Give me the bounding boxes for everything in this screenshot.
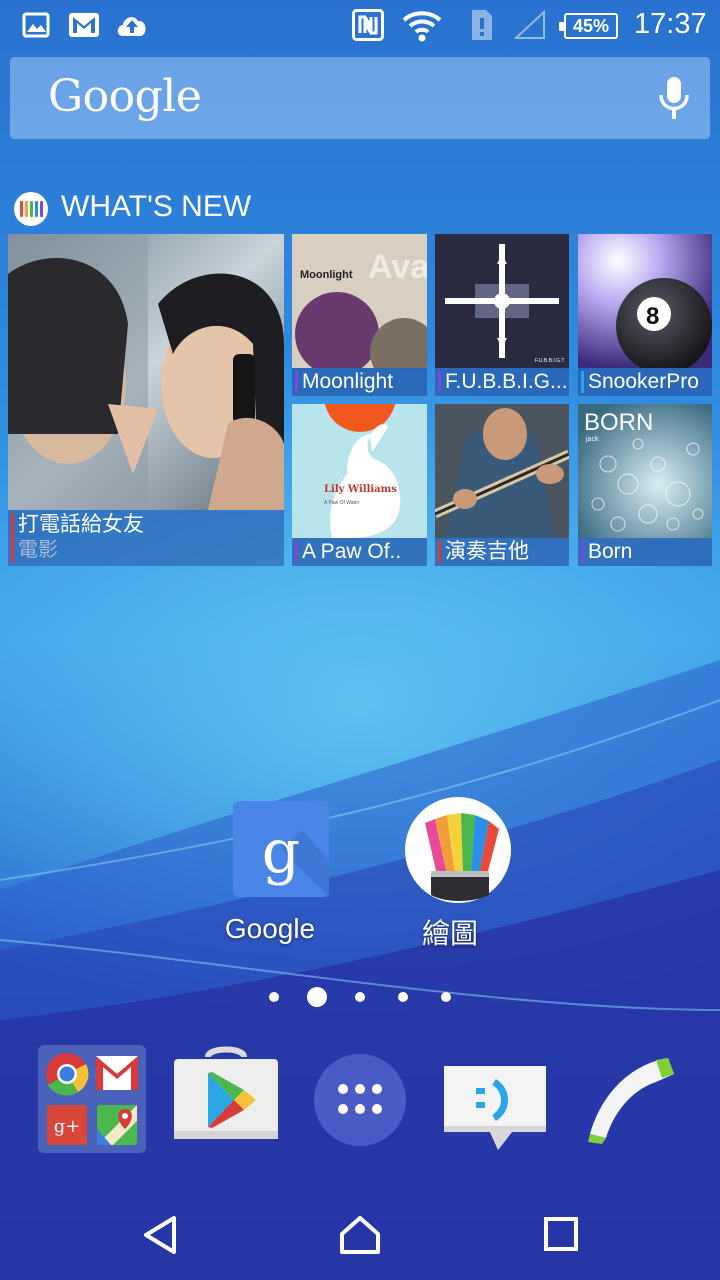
tile-guitar[interactable]: 演奏吉他 bbox=[435, 404, 569, 566]
mic-icon[interactable] bbox=[658, 75, 690, 121]
tile-fubbig-label: F.U.B.B.I.G... bbox=[435, 368, 569, 396]
whats-new-icon bbox=[14, 192, 48, 226]
tile-born[interactable]: BORN jack Born bbox=[578, 404, 712, 566]
page-dot[interactable] bbox=[398, 992, 408, 1002]
play-store-icon[interactable] bbox=[172, 1045, 280, 1141]
gmail-app-icon bbox=[96, 1056, 138, 1090]
home-icon[interactable] bbox=[338, 1214, 382, 1256]
guitar-video-art bbox=[435, 404, 569, 538]
paw-art-title: A Paw Of Water bbox=[324, 500, 360, 506]
gmail-icon bbox=[69, 13, 99, 37]
recents-icon[interactable] bbox=[543, 1216, 579, 1252]
app-google[interactable]: g Google bbox=[200, 800, 340, 945]
status-clock: 17:37 bbox=[634, 8, 707, 40]
sim-icon bbox=[472, 10, 492, 40]
tile-moonlight-label: Moonlight bbox=[292, 368, 427, 396]
gallery-icon bbox=[22, 12, 50, 38]
paw-of-water-album-art: Lily Williams A Paw Of Water bbox=[292, 404, 427, 538]
nfc-icon bbox=[352, 9, 384, 41]
tile-paw-of[interactable]: Lily Williams A Paw Of Water A Paw Of.. bbox=[292, 404, 427, 566]
born-album-art: BORN jack bbox=[578, 404, 712, 538]
moonlight-art-subtitle: Ava bbox=[368, 248, 427, 286]
battery-indicator: 45% bbox=[559, 13, 618, 39]
navigation-bar bbox=[0, 1190, 720, 1280]
born-art-artist: jack bbox=[585, 436, 599, 443]
tile-guitar-label: 演奏吉他 bbox=[435, 538, 569, 566]
featured-movie-tile[interactable]: 打電話給女友 電影 bbox=[8, 234, 284, 566]
tile-born-label: Born bbox=[578, 538, 712, 566]
moonlight-album-art: Moonlight Ava bbox=[292, 234, 427, 368]
tile-snookerpro-label: SnookerPro bbox=[578, 368, 712, 396]
featured-movie-art bbox=[8, 234, 284, 510]
tile-moonlight[interactable]: Moonlight Ava Moonlight bbox=[292, 234, 427, 396]
featured-title: 打電話給女友 bbox=[18, 513, 144, 536]
google-apps-folder[interactable]: g+ bbox=[38, 1045, 146, 1153]
page-dot[interactable] bbox=[355, 992, 365, 1002]
google-search-bar[interactable]: Google bbox=[10, 57, 710, 139]
google-app-icon: g bbox=[233, 801, 329, 897]
app-sketch-label: 繪圖 bbox=[421, 918, 478, 949]
app-sketch[interactable]: 繪圖 bbox=[380, 795, 520, 952]
page-dot-active[interactable] bbox=[307, 987, 327, 1007]
status-bar: 45% 17:37 bbox=[0, 0, 720, 52]
messaging-icon[interactable] bbox=[440, 1062, 550, 1154]
page-dot[interactable] bbox=[269, 992, 279, 1002]
svg-text:g+: g+ bbox=[54, 1116, 81, 1137]
sketch-app-icon bbox=[404, 797, 511, 903]
page-dot[interactable] bbox=[441, 992, 451, 1002]
featured-subtitle: 電影 bbox=[18, 539, 58, 561]
back-icon[interactable] bbox=[140, 1214, 180, 1256]
fubbig-album-art: F.U.B.B.I.G.T bbox=[435, 234, 569, 368]
wifi-icon bbox=[402, 11, 442, 42]
svg-text:g: g bbox=[262, 817, 300, 887]
phone-icon[interactable] bbox=[582, 1052, 678, 1148]
born-art-title: BORN bbox=[584, 409, 653, 436]
signal-icon bbox=[514, 10, 545, 39]
tile-fubbig[interactable]: F.U.B.B.I.G.T F.U.B.B.I.G... bbox=[435, 234, 569, 396]
moonlight-art-title: Moonlight bbox=[300, 269, 353, 281]
fubbig-art-text: F.U.B.B.I.G.T bbox=[535, 358, 564, 364]
tile-snookerpro[interactable]: 8 SnookerPro bbox=[578, 234, 712, 396]
cloud-upload-icon bbox=[117, 17, 146, 36]
paw-art-artist: Lily Williams bbox=[324, 484, 397, 495]
snookerpro-art: 8 bbox=[578, 234, 712, 368]
page-indicator bbox=[0, 985, 720, 1009]
google-logo: Google bbox=[48, 71, 202, 122]
app-drawer-icon[interactable] bbox=[312, 1052, 408, 1148]
google-plus-icon: g+ bbox=[47, 1105, 87, 1145]
chrome-icon bbox=[46, 1053, 89, 1096]
tile-paw-of-label: A Paw Of.. bbox=[292, 538, 427, 566]
featured-caption: 打電話給女友 電影 bbox=[8, 510, 284, 566]
snooker-ball-number: 8 bbox=[646, 303, 659, 330]
app-google-label: Google bbox=[224, 913, 316, 944]
maps-icon bbox=[97, 1105, 137, 1145]
whats-new-title: WHAT'S NEW bbox=[61, 190, 252, 223]
